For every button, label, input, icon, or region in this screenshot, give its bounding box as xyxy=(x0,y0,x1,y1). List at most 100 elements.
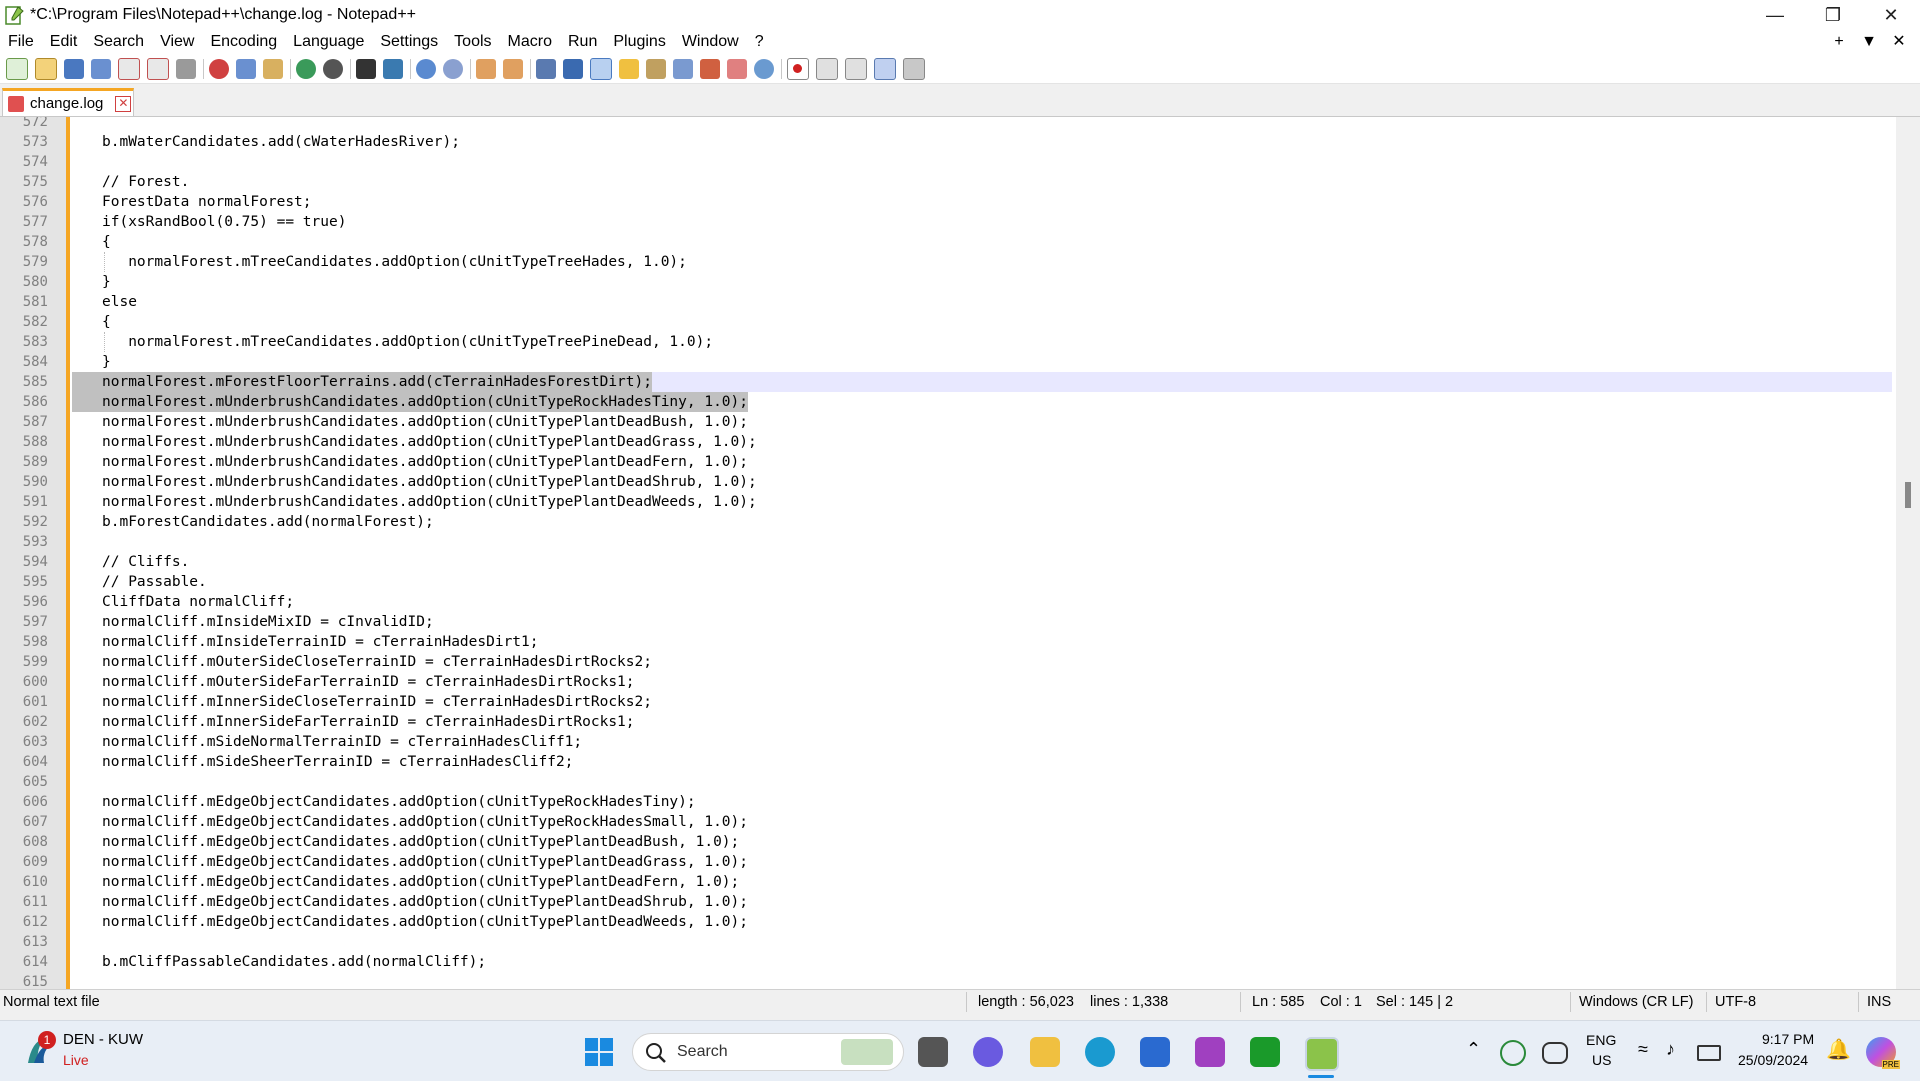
folder-as-workspace-icon[interactable] xyxy=(700,58,720,79)
menu-language[interactable]: Language xyxy=(285,30,372,54)
menu-edit[interactable]: Edit xyxy=(42,30,86,54)
editor[interactable]: 572 573 b.mWaterCandidates.add(cWaterHades… xyxy=(0,117,1920,989)
zoom-in-icon[interactable] xyxy=(416,58,436,79)
menu-tools[interactable]: Tools xyxy=(446,30,499,54)
wifi-icon[interactable]: ≈ xyxy=(1638,1039,1648,1060)
status-encoding[interactable]: UTF-8 xyxy=(1715,990,1756,1014)
find-icon[interactable] xyxy=(356,58,376,79)
document-map-icon[interactable] xyxy=(646,58,666,79)
onedrive-offline-icon[interactable] xyxy=(1542,1042,1568,1064)
code-line[interactable]: 597 normalCliff.mInsideMixID = cInvalidID… xyxy=(23,612,1892,632)
code-line[interactable]: 591 normalForest.mUnderbrushCandidates.ad… xyxy=(23,492,1892,512)
battery-icon[interactable] xyxy=(1697,1045,1721,1061)
menu-macro[interactable]: Macro xyxy=(500,30,560,54)
cut-icon[interactable] xyxy=(209,58,229,79)
code-line[interactable]: 588 normalForest.mUnderbrushCandidates.ad… xyxy=(23,432,1892,452)
close-button[interactable]: ✕ xyxy=(1862,0,1920,30)
notifications-bell-icon[interactable]: 🔔 xyxy=(1826,1037,1851,1062)
code-line[interactable]: 609 normalCliff.mEdgeObjectCandidates.add… xyxy=(23,852,1892,872)
close-document-icon[interactable]: ✕ xyxy=(1884,30,1914,54)
copilot-icon[interactable]: PRE xyxy=(1866,1037,1900,1069)
scrollbar-thumb[interactable] xyxy=(1905,482,1911,508)
menu-run[interactable]: Run xyxy=(560,30,605,54)
status-eol[interactable]: Windows (CR LF) xyxy=(1579,990,1693,1014)
code-line[interactable]: 601 normalCliff.mInnerSideCloseTerrainID … xyxy=(23,692,1892,712)
run-macro-multiple-icon[interactable] xyxy=(874,57,896,80)
code-line[interactable]: 572 xyxy=(23,117,1892,132)
code-line[interactable]: 583 normalForest.mTreeCandidates.addOpti… xyxy=(23,332,1892,352)
menu-settings[interactable]: Settings xyxy=(372,30,446,54)
code-line[interactable]: 590 normalForest.mUnderbrushCandidates.ad… xyxy=(23,472,1892,492)
clock-date[interactable]: 25/09/2024 xyxy=(1738,1052,1808,1068)
menu-encoding[interactable]: Encoding xyxy=(202,30,285,54)
code-line[interactable]: 615 xyxy=(23,972,1892,989)
code-line[interactable]: 604 normalCliff.mSideSheerTerrainID = cTe… xyxy=(23,752,1892,772)
code-line[interactable]: 607 normalCliff.mEdgeObjectCandidates.add… xyxy=(23,812,1892,832)
start-windows-icon[interactable] xyxy=(584,1037,614,1067)
code-line[interactable]: 581 else xyxy=(23,292,1892,312)
play-macro-icon[interactable] xyxy=(845,57,867,80)
menu-view[interactable]: View xyxy=(152,30,202,54)
show-hidden-icons-icon[interactable]: ⌃ xyxy=(1466,1039,1481,1060)
save-icon[interactable] xyxy=(64,58,84,79)
paste-icon[interactable] xyxy=(263,58,283,79)
language-region[interactable]: US xyxy=(1592,1052,1611,1068)
close-file-icon[interactable] xyxy=(118,57,140,80)
code-line[interactable]: 595 // Passable. xyxy=(23,572,1892,592)
redo-icon[interactable] xyxy=(323,58,343,79)
code-area[interactable]: 572 573 b.mWaterCandidates.add(cWaterHades… xyxy=(23,117,1892,989)
record-macro-icon[interactable] xyxy=(787,57,809,80)
tab-close-icon[interactable]: ✕ xyxy=(115,95,132,112)
code-line[interactable]: 576 ForestData normalForest; xyxy=(23,192,1892,212)
code-line[interactable]: 584} xyxy=(23,352,1892,372)
undo-icon[interactable] xyxy=(296,58,316,79)
code-line[interactable]: 594 // Cliffs. xyxy=(23,552,1892,572)
zoom-out-icon[interactable] xyxy=(443,58,463,79)
sync-vertical-icon[interactable] xyxy=(476,58,496,79)
xbox-icon[interactable] xyxy=(1250,1037,1280,1067)
tab-change-log[interactable]: change.log ✕ xyxy=(2,88,134,116)
code-line[interactable]: 611 normalCliff.mEdgeObjectCandidates.add… xyxy=(23,892,1892,912)
microsoft-store-icon[interactable] xyxy=(1140,1037,1170,1067)
word-wrap-icon[interactable] xyxy=(536,58,556,79)
code-line[interactable]: 599 normalCliff.mOuterSideCloseTerrainID … xyxy=(23,652,1892,672)
restore-button[interactable]: ❐ xyxy=(1804,0,1862,30)
sync-horizontal-icon[interactable] xyxy=(503,58,523,79)
show-all-chars-icon[interactable] xyxy=(563,58,583,79)
stop-macro-icon[interactable] xyxy=(816,57,838,80)
code-line[interactable]: 610 normalCliff.mEdgeObjectCandidates.add… xyxy=(23,872,1892,892)
code-line[interactable]: 605 xyxy=(23,772,1892,792)
code-line[interactable]: 582 { xyxy=(23,312,1892,332)
task-view-icon[interactable] xyxy=(918,1037,948,1067)
code-line[interactable]: 587 normalForest.mUnderbrushCandidates.ad… xyxy=(23,412,1892,432)
monitoring-icon[interactable] xyxy=(754,58,774,79)
code-line[interactable]: 613 xyxy=(23,932,1892,952)
weather-title[interactable]: DEN - KUW xyxy=(63,1031,143,1048)
save-macro-icon[interactable] xyxy=(903,57,925,80)
code-line[interactable]: 585 normalForest.mForestFloorTerrains.add… xyxy=(23,372,1892,392)
document-list-icon[interactable] xyxy=(727,58,747,79)
menu-search[interactable]: Search xyxy=(85,30,152,54)
code-line[interactable]: 612 normalCliff.mEdgeObjectCandidates.add… xyxy=(23,912,1892,932)
minimize-button[interactable]: — xyxy=(1746,0,1804,30)
code-line[interactable]: 598 normalCliff.mInsideTerrainID = cTerra… xyxy=(23,632,1892,652)
copy-icon[interactable] xyxy=(236,58,256,79)
vertical-scrollbar[interactable] xyxy=(1896,117,1920,989)
tab-list-dropdown-icon[interactable]: ▼ xyxy=(1854,30,1884,54)
new-tab-plus-icon[interactable]: + xyxy=(1824,30,1854,54)
code-line[interactable]: 577 if(xsRandBool(0.75) == true) xyxy=(23,212,1892,232)
code-line[interactable]: 614 b.mCliffPassableCandidates.add(normal… xyxy=(23,952,1892,972)
replace-icon[interactable] xyxy=(383,58,403,79)
code-line[interactable]: 596 CliffData normalCliff; xyxy=(23,592,1892,612)
status-mode[interactable]: INS xyxy=(1867,990,1891,1014)
code-line[interactable]: 573 b.mWaterCandidates.add(cWaterHadesRiv… xyxy=(23,132,1892,152)
open-file-icon[interactable] xyxy=(35,57,57,80)
teams-chat-icon[interactable] xyxy=(973,1037,1003,1067)
edge-browser-icon[interactable] xyxy=(1085,1037,1115,1067)
menu-plugins[interactable]: Plugins xyxy=(605,30,673,54)
user-language-icon[interactable] xyxy=(619,58,639,79)
code-line[interactable]: 575 // Forest. xyxy=(23,172,1892,192)
code-line[interactable]: 580} xyxy=(23,272,1892,292)
app-icon-purple[interactable] xyxy=(1195,1037,1225,1067)
code-line[interactable]: 608 normalCliff.mEdgeObjectCandidates.add… xyxy=(23,832,1892,852)
